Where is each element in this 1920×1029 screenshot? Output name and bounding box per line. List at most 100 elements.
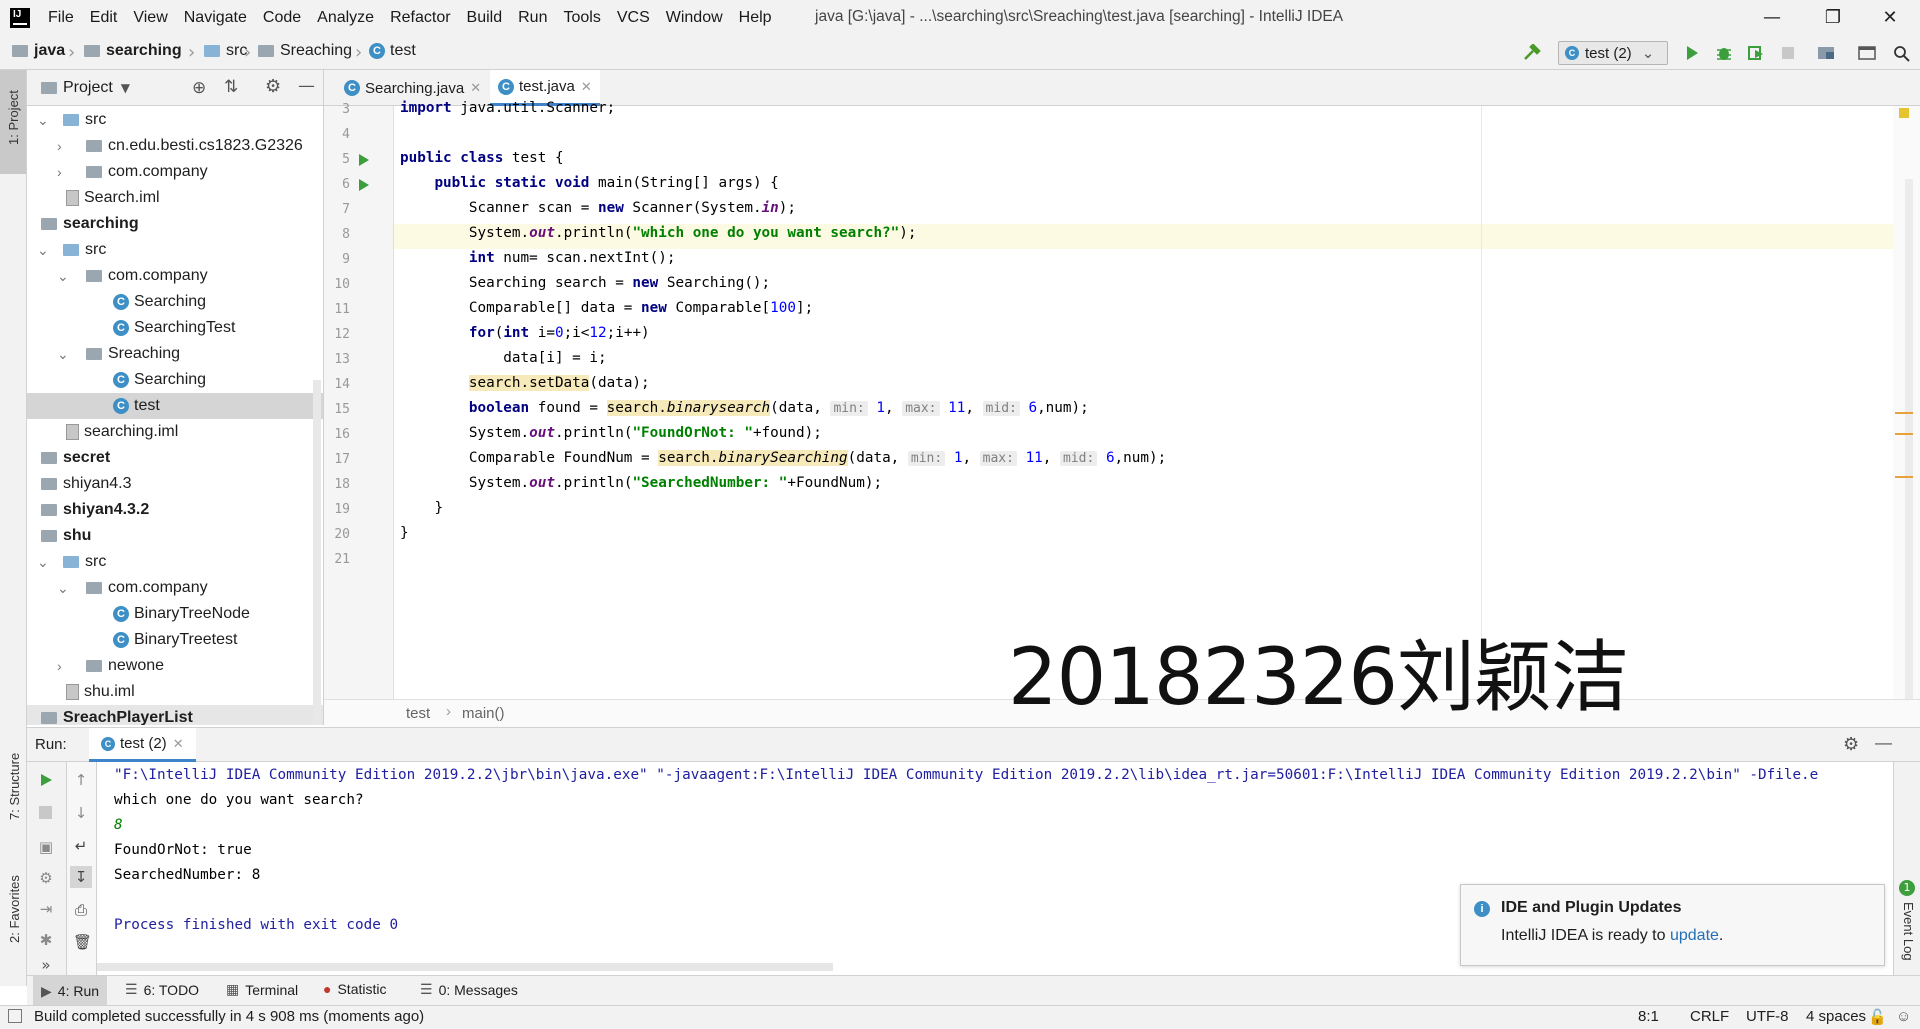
tab-todo[interactable]: ☰ 6: TODO: [125, 981, 199, 998]
breadcrumb-test[interactable]: Ctest: [369, 42, 416, 60]
status-message[interactable]: Build completed successfully in 4 s 908 …: [34, 1008, 424, 1025]
breadcrumb-class[interactable]: test: [406, 705, 430, 722]
run-icon[interactable]: [1682, 44, 1702, 62]
menu-build[interactable]: Build: [467, 9, 503, 27]
gear-icon[interactable]: ⚙: [265, 76, 281, 97]
caret-position[interactable]: 8:1: [1638, 1008, 1659, 1025]
tree-item[interactable]: searching: [27, 211, 323, 237]
inspector-icon[interactable]: ☺: [1896, 1008, 1911, 1025]
tab-statistic[interactable]: ● Statistic: [323, 981, 386, 997]
soft-wrap-icon[interactable]: ↵: [73, 838, 89, 854]
run-tab[interactable]: C test (2) ✕: [89, 728, 196, 762]
build-hammer-icon[interactable]: [1522, 44, 1542, 62]
stop-icon[interactable]: [39, 806, 52, 819]
tree-item[interactable]: ⌄ com.company: [27, 575, 323, 601]
structure-tool-tab[interactable]: 7: Structure: [7, 753, 22, 820]
menu-edit[interactable]: Edit: [90, 9, 118, 27]
tree-item[interactable]: ⌄ com.company: [27, 263, 323, 289]
tree-item[interactable]: › com.company: [27, 159, 323, 185]
tree-item[interactable]: ⌄ src: [27, 237, 323, 263]
close-tab-icon[interactable]: ✕: [173, 736, 184, 752]
exit-icon[interactable]: ⇥: [38, 901, 54, 917]
lock-icon[interactable]: 🔓: [1868, 1008, 1887, 1026]
tree-item[interactable]: secret: [27, 445, 323, 471]
tree-item[interactable]: C Searching: [27, 367, 323, 393]
menu-vcs[interactable]: VCS: [617, 9, 650, 27]
tree-item[interactable]: C Searching: [27, 289, 323, 315]
menu-tools[interactable]: Tools: [563, 9, 600, 27]
scroll-to-end-icon[interactable]: ↧: [70, 866, 92, 888]
usage-marker[interactable]: [1895, 412, 1913, 414]
breadcrumb-src[interactable]: src: [204, 42, 247, 60]
tree-item[interactable]: C SearchingTest: [27, 315, 323, 341]
tree-item[interactable]: C BinaryTreeNode: [27, 601, 323, 627]
restore-icon[interactable]: ❐: [1811, 4, 1855, 32]
warning-marker-icon[interactable]: [1899, 108, 1909, 118]
menu-window[interactable]: Window: [666, 9, 723, 27]
print-icon[interactable]: ⎙: [73, 902, 89, 918]
tree-item[interactable]: shiyan4.3: [27, 471, 323, 497]
menu-code[interactable]: Code: [263, 9, 301, 27]
close-tab-icon[interactable]: ✕: [581, 79, 592, 95]
project-structure-icon[interactable]: [1816, 44, 1836, 62]
run-gutter-icon[interactable]: [359, 154, 369, 166]
arrow-up-icon[interactable]: ↑: [73, 772, 89, 788]
project-panel-title[interactable]: Project: [63, 79, 113, 97]
tree-item[interactable]: › cn.edu.besti.cs1823.G2326: [27, 133, 323, 159]
window-layout-icon[interactable]: [1857, 44, 1877, 62]
run-gutter-icon[interactable]: [359, 179, 369, 191]
file-encoding[interactable]: UTF-8: [1746, 1008, 1789, 1025]
tree-item[interactable]: Search.iml: [27, 185, 323, 211]
tab-terminal[interactable]: ▦ Terminal: [226, 981, 298, 998]
menu-help[interactable]: Help: [739, 9, 772, 27]
tree-item[interactable]: shu: [27, 523, 323, 549]
gear-icon[interactable]: ⚙: [1843, 734, 1859, 755]
scroll-thumb[interactable]: [1905, 179, 1913, 739]
breadcrumb-searching[interactable]: searching: [84, 42, 182, 60]
favorites-tool-tab[interactable]: 2: Favorites: [7, 875, 22, 943]
tree-item[interactable]: ⌄ Sreaching: [27, 341, 323, 367]
camera-icon[interactable]: ▣: [38, 839, 54, 855]
close-icon[interactable]: ✕: [1868, 4, 1912, 32]
tab-messages[interactable]: ☰ 0: Messages: [420, 981, 518, 998]
tree-item[interactable]: searching.iml: [27, 419, 323, 445]
collapse-all-icon[interactable]: ⇅: [224, 77, 238, 97]
update-link[interactable]: update: [1670, 927, 1719, 944]
menu-view[interactable]: View: [133, 9, 167, 27]
menu-navigate[interactable]: Navigate: [184, 9, 247, 27]
usage-marker[interactable]: [1895, 433, 1913, 435]
breadcrumb-method[interactable]: main(): [462, 705, 505, 722]
minimize-icon[interactable]: —: [1750, 4, 1794, 32]
project-tool-tab[interactable]: 1: Project: [0, 70, 26, 174]
menu-analyze[interactable]: Analyze: [317, 9, 374, 27]
hide-panel-icon[interactable]: —: [298, 76, 315, 96]
run-configuration-select[interactable]: Ctest (2) ⌄: [1558, 41, 1668, 65]
tree-item[interactable]: › newone: [27, 653, 323, 679]
menu-file[interactable]: File: [48, 9, 74, 27]
tree-item[interactable]: shu.iml: [27, 679, 323, 705]
console-scrollbar[interactable]: [97, 963, 833, 971]
editor-scrollbar[interactable]: [1893, 106, 1920, 739]
menu-run[interactable]: Run: [518, 9, 547, 27]
tool-window-toggle-icon[interactable]: [8, 1009, 22, 1023]
project-scrollbar[interactable]: [313, 380, 321, 725]
line-separator[interactable]: CRLF: [1690, 1008, 1729, 1025]
debug-bug-icon[interactable]: [1714, 44, 1734, 62]
tree-item[interactable]: shiyan4.3.2: [27, 497, 323, 523]
rerun-icon[interactable]: [38, 772, 54, 788]
tree-item[interactable]: C BinaryTreetest: [27, 627, 323, 653]
trash-icon[interactable]: 🗑: [73, 934, 92, 950]
tree-item[interactable]: SreachPlayerList: [27, 705, 323, 725]
tree-item[interactable]: ⌄ src: [27, 107, 323, 133]
settings-icon[interactable]: ⚙: [38, 870, 54, 886]
hide-panel-icon[interactable]: —: [1875, 733, 1892, 753]
arrow-down-icon[interactable]: ↓: [73, 805, 89, 821]
close-tab-icon[interactable]: ✕: [470, 80, 481, 96]
breadcrumb-java[interactable]: java: [12, 42, 65, 60]
tree-item-selected[interactable]: Ctest: [27, 393, 323, 419]
chevron-down-icon[interactable]: ▼: [121, 81, 130, 95]
pin-icon[interactable]: ✱: [38, 932, 54, 948]
menu-refactor[interactable]: Refactor: [390, 9, 450, 27]
update-notification[interactable]: i IDE and Plugin Updates IntelliJ IDEA i…: [1460, 884, 1885, 966]
search-icon[interactable]: [1892, 44, 1912, 62]
